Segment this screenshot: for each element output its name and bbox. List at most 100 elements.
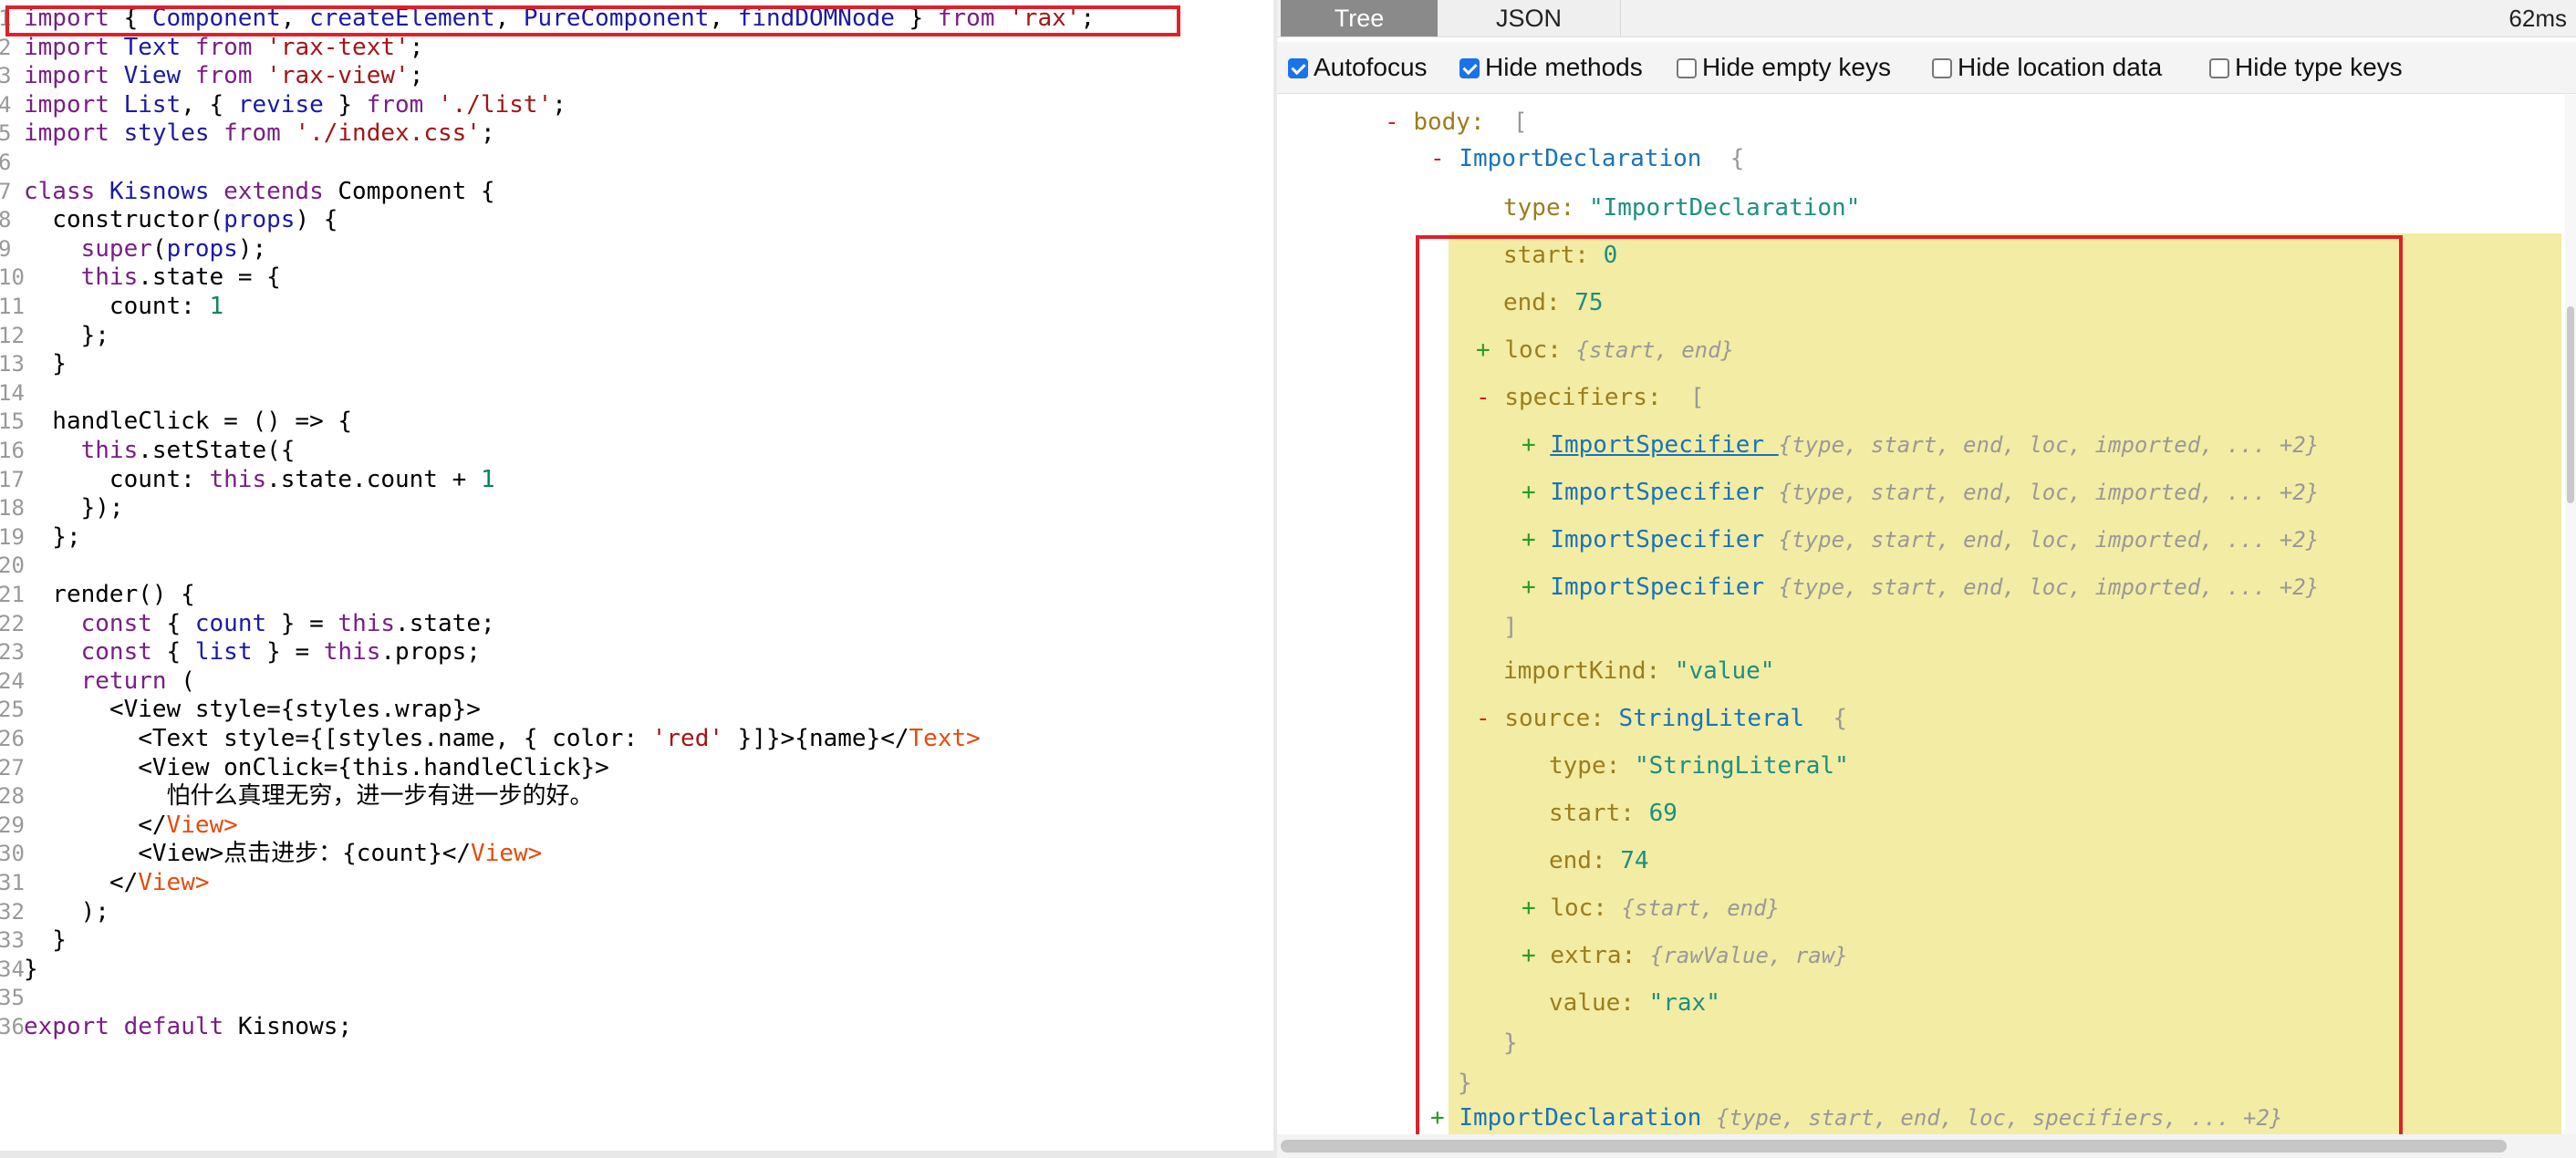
option-hide-empty-keys[interactable]: Hide empty keys xyxy=(1677,51,1891,84)
tree-node-loc[interactable]: + loc: {start, end} xyxy=(1476,334,1734,367)
code-token: ( xyxy=(181,667,195,695)
node-type: ImportSpecifier xyxy=(1550,526,1765,553)
tree-node-import-specifier[interactable]: + ImportSpecifier {type, start, end, loc… xyxy=(1522,429,2319,461)
code-token: </ xyxy=(24,811,167,839)
collapse-toggle[interactable]: - xyxy=(1430,145,1445,172)
annotation-box xyxy=(1416,235,2403,1158)
code-token: }; xyxy=(24,321,109,349)
code-text: super(props); xyxy=(24,234,267,264)
code-token: default xyxy=(123,1013,238,1040)
code-token: './index.css' xyxy=(295,119,481,148)
option-hide-methods[interactable]: Hide methods xyxy=(1459,51,1643,84)
tree-node-specifiers[interactable]: - specifiers: [ xyxy=(1476,381,1704,414)
expand-toggle[interactable]: + xyxy=(1522,894,1536,922)
parse-time-label: 62ms xyxy=(2508,5,2567,32)
prop-key: start xyxy=(1503,242,1575,269)
line-number: 21 xyxy=(0,582,25,607)
tree-node-source[interactable]: - source: StringLiteral { xyxy=(1476,702,1847,735)
line-number: 29 xyxy=(0,812,25,838)
tree-node-import-specifier[interactable]: + ImportSpecifier {type, start, end, loc… xyxy=(1522,476,2319,509)
expand-toggle[interactable]: + xyxy=(1522,942,1536,969)
code-token: from xyxy=(366,90,438,119)
scrollbar-thumb[interactable] xyxy=(1281,1140,2507,1153)
expand-toggle[interactable]: + xyxy=(1522,574,1536,601)
code-text: count: this.state.count + 1 xyxy=(24,465,495,494)
code-text: handleClick = () => { xyxy=(24,407,352,436)
scrollbar-thumb[interactable] xyxy=(2567,306,2574,503)
code-text: import List, { revise } from './list'; xyxy=(24,90,566,119)
line-number: 25 xyxy=(0,697,25,723)
code-text: }; xyxy=(24,522,80,552)
code-text: } xyxy=(24,925,67,955)
tree-node-extra[interactable]: + extra: {rawValue, raw} xyxy=(1522,939,1848,972)
tree-vertical-scrollbar[interactable] xyxy=(2565,95,2576,1134)
node-type: ImportDeclaration xyxy=(1459,1104,1702,1132)
tree-prop-start: start: 69 xyxy=(1549,800,1678,827)
tree-prop-type: type: "StringLiteral" xyxy=(1549,752,1849,780)
tree-node-import-specifier[interactable]: + ImportSpecifier {type, start, end, loc… xyxy=(1522,571,2319,604)
tree-node-loc[interactable]: + loc: {start, end} xyxy=(1522,892,1780,925)
code-token: } xyxy=(323,90,367,119)
node-type: ImportSpecifier xyxy=(1550,479,1765,506)
code-token: ; xyxy=(409,62,424,90)
code-text: <View onClick={this.handleClick}> xyxy=(24,753,609,782)
node-type[interactable]: ImportSpecifier xyxy=(1550,431,1778,459)
tab-json[interactable]: JSON xyxy=(1438,0,1621,36)
line-number: 28 xyxy=(0,783,25,810)
tree-node-import-declaration[interactable]: + ImportDeclaration {type, start, end, l… xyxy=(1430,1101,2282,1134)
line-number: 18 xyxy=(0,495,25,522)
line-number: 27 xyxy=(0,754,25,781)
node-summary: {type, start, end, loc, imported, ... +2… xyxy=(1778,527,2320,553)
code-token: ; xyxy=(409,33,424,61)
option-hide-type-keys[interactable]: Hide type keys xyxy=(2209,51,2403,84)
tree-prop-start: start: 0 xyxy=(1503,242,1618,269)
code-token: View xyxy=(123,62,195,90)
code-text: return ( xyxy=(24,667,195,696)
tree-horizontal-scrollbar[interactable] xyxy=(1277,1134,2576,1158)
tab-tree[interactable]: Tree xyxy=(1281,0,1438,36)
tree-node-import-specifier[interactable]: + ImportSpecifier {type, start, end, loc… xyxy=(1522,523,2319,556)
expand-toggle[interactable]: + xyxy=(1430,1104,1445,1132)
collapse-toggle[interactable]: - xyxy=(1476,384,1491,411)
expand-toggle[interactable]: + xyxy=(1522,431,1536,459)
code-token: const xyxy=(80,638,167,667)
tree-prop-end: end: 75 xyxy=(1503,289,1604,316)
prop-key: end xyxy=(1549,847,1592,874)
hide-type-keys-checkbox[interactable] xyxy=(2209,58,2229,78)
hide-empty-keys-checkbox[interactable] xyxy=(1677,58,1697,78)
option-autofocus[interactable]: Autofocus xyxy=(1288,51,1428,84)
expand-toggle[interactable]: + xyxy=(1522,479,1536,506)
code-token: List xyxy=(123,90,182,119)
code-token: View xyxy=(471,840,528,868)
code-token: <View onClick={this.handleClick}> xyxy=(24,753,609,781)
expand-toggle[interactable]: + xyxy=(1476,336,1491,364)
line-number: 31 xyxy=(0,870,25,895)
tree-prop-value: value: "rax" xyxy=(1549,989,1720,1017)
tree-node-import-declaration[interactable]: - ImportDeclaration { xyxy=(1430,142,1744,175)
hide-methods-checkbox[interactable] xyxy=(1459,58,1480,78)
expand-toggle[interactable]: + xyxy=(1522,526,1536,553)
code-token: from xyxy=(194,62,267,90)
line-number: 23 xyxy=(0,639,25,666)
code-token: 'rax-text' xyxy=(266,33,410,61)
line-number: 30 xyxy=(0,841,25,867)
collapse-toggle[interactable]: - xyxy=(1385,109,1399,136)
collapse-toggle[interactable]: - xyxy=(1476,705,1491,732)
code-token: class xyxy=(24,177,109,205)
tree-node-body[interactable]: - body: [ xyxy=(1385,106,1528,139)
ast-explorer-panel: Tree JSON 62ms Autofocus Hide methods Hi… xyxy=(1277,0,2576,1158)
editor-horizontal-scrollbar[interactable] xyxy=(0,1151,1273,1158)
code-editor[interactable]: 1 import { Component, createElement, Pure… xyxy=(0,0,1273,1151)
hide-type-keys-label: Hide type keys xyxy=(2235,53,2403,81)
hide-location-data-checkbox[interactable] xyxy=(1932,58,1952,78)
code-token: import xyxy=(24,33,124,61)
option-hide-location-data[interactable]: Hide location data xyxy=(1932,51,2162,84)
autofocus-checkbox[interactable] xyxy=(1288,58,1308,78)
code-token: revise xyxy=(237,90,324,119)
code-token: this xyxy=(209,465,267,493)
line-number: 6 xyxy=(0,150,12,175)
